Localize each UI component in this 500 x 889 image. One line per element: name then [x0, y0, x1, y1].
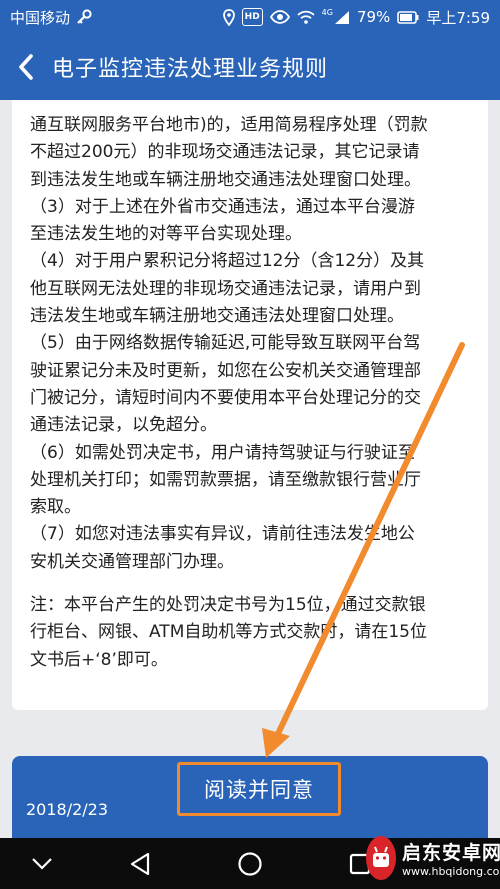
watermark: 启东安卓网 www.hbqidong.com [360, 827, 500, 889]
nav-back-button[interactable] [110, 838, 170, 889]
rule-line: 安机关交通管理部门办理。 [30, 551, 234, 572]
signal-icon: 4G [322, 8, 350, 26]
rule-line: （3）对于上述在外省市交通违法，通过本平台漫游 [30, 196, 415, 217]
nav-home-button[interactable] [220, 838, 280, 889]
arrow-head [262, 728, 290, 758]
eye-icon [269, 8, 290, 26]
rule-line: 通违法记录，以免超分。 [30, 415, 217, 436]
hd-icon: HD [241, 8, 263, 26]
rule-line: （4）对于用户累积记分将超过12分（含12分）及其 [30, 251, 425, 272]
watermark-name: 启东安卓网 [402, 842, 500, 864]
rules-content[interactable]: 通互联网服务平台地市)的，适用简易程序处理（罚款 不超过200元）的非现场交通违… [12, 100, 488, 710]
rule-line: 他互联网无法处理的非现场交通违法记录，请用户到 [30, 278, 421, 299]
watermark-text: 启东安卓网 www.hbqidong.com [402, 838, 500, 878]
battery-percent: 79% [356, 8, 391, 26]
rule-line: 通互联网服务平台地市)的，适用简易程序处理（罚款 [30, 115, 428, 135]
rules-list: 通互联网服务平台地市)的，适用简易程序处理（罚款 不超过200元）的非现场交通违… [30, 112, 474, 576]
rule-line: 违法发生地或车辆注册地交通违法处理窗口处理。 [30, 306, 404, 327]
note-line: 注：本平台产生的处罚决定书号为15位，通过交款银 [30, 595, 426, 616]
key-icon [76, 8, 92, 26]
rule-line: （5）由于网络数据传输延迟,可能导致互联网平台驾 [30, 333, 421, 354]
watermark-logo-icon [366, 836, 396, 880]
home-circle-icon [238, 851, 262, 876]
wifi-icon [297, 8, 315, 26]
status-bar: 中国移动 HD 4G 79% 早上7:59 [0, 0, 500, 34]
page-title: 电子监控违法处理业务规则 [52, 57, 329, 82]
rule-line: 索取。 [30, 497, 81, 518]
date-stamp: 2018/2/23 [26, 800, 109, 819]
title-bar: 电子监控违法处理业务规则 [0, 34, 500, 100]
rule-line: 到违法发生地或车辆注册地交通违法处理窗口处理。 [30, 169, 421, 190]
rule-line: 驶证累记分未及时更新，如您在公安机关交通管理部 [30, 360, 421, 381]
carrier-name: 中国移动 [10, 8, 71, 27]
note-spacer [30, 576, 474, 592]
battery-icon [397, 8, 419, 26]
rule-line: 不超过200元）的非现场交通违法记录，其它记录请 [30, 142, 420, 163]
back-button[interactable] [0, 34, 52, 100]
rule-line: 至违法发生地的对等平台实现处理。 [30, 224, 302, 245]
rule-line: 处理机关打印；如需罚款票据，请至缴款银行营业厅 [30, 469, 421, 490]
note-block: 注：本平台产生的处罚决定书号为15位，通过交款银 行柜台、网银、ATM自助机等方… [30, 592, 474, 674]
chevron-down-icon [32, 857, 52, 870]
network-type: 4G [321, 8, 333, 17]
screen: 中国移动 HD 4G 79% 早上7:59 电子监控违法处理业务规则 通互联网服… [0, 0, 500, 889]
rule-line: （7）如您对违法事实有异议，请前往违法发生地公 [30, 524, 415, 545]
agree-bar: 阅读并同意 2018/2/23 [12, 756, 488, 838]
nav-collapse-button[interactable] [12, 838, 72, 889]
note-line: 行柜台、网银、ATM自助机等方式交款时，请在15位 [30, 622, 427, 643]
read-and-agree-button[interactable]: 阅读并同意 [177, 762, 341, 816]
status-right: HD 4G 79% 早上7:59 [222, 7, 490, 28]
back-triangle-icon [130, 852, 150, 875]
rule-line: （6）如需处罚决定书，用户请持驾驶证与行驶证至 [30, 442, 415, 463]
chevron-left-icon [19, 54, 33, 80]
note-line: 文书后+‘8’即可。 [30, 649, 168, 670]
watermark-url: www.hbqidong.com [402, 865, 500, 878]
status-left: 中国移动 [10, 7, 92, 28]
rule-line: 门被记分，请短时间内不要使用本平台处理记分的交 [30, 387, 421, 408]
clock: 早上7:59 [426, 8, 490, 27]
location-icon [222, 8, 235, 26]
